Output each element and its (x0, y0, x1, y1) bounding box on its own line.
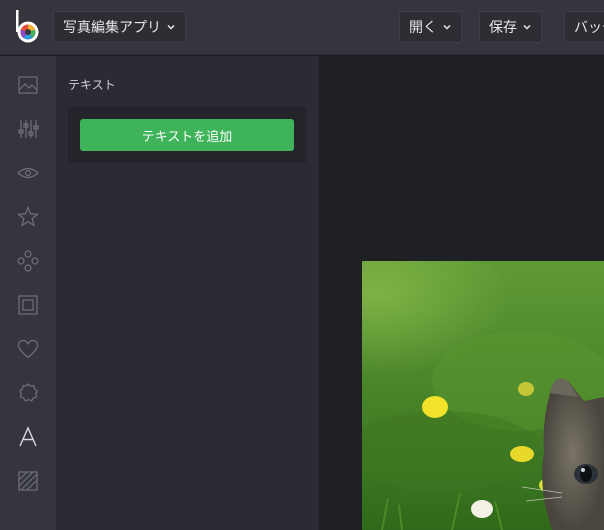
image-icon[interactable] (16, 73, 40, 97)
app-menu-button[interactable]: 写真編集アプリ (53, 11, 186, 43)
app-logo-icon[interactable] (14, 10, 42, 44)
frame-icon[interactable] (16, 293, 40, 317)
sliders-icon[interactable] (16, 117, 40, 141)
chevron-down-icon (443, 24, 451, 30)
batch-button[interactable]: バッチ (564, 11, 604, 43)
editor-canvas[interactable] (319, 56, 604, 530)
badge-icon[interactable] (16, 381, 40, 405)
open-button[interactable]: 開く (399, 11, 462, 43)
text-panel: テキスト テキストを追加 (56, 56, 319, 530)
app-menu-label: 写真編集アプリ (63, 20, 161, 36)
open-label: 開く (409, 20, 437, 36)
panel-action-box: テキストを追加 (68, 107, 306, 163)
chevron-down-icon (523, 24, 531, 30)
texture-icon[interactable] (16, 469, 40, 493)
save-label: 保存 (489, 20, 517, 36)
shapes-icon[interactable] (16, 249, 40, 273)
tool-sidebar (0, 56, 56, 530)
eye-icon[interactable] (16, 161, 40, 185)
star-icon[interactable] (16, 205, 40, 229)
heart-icon[interactable] (16, 337, 40, 361)
chevron-down-icon (167, 24, 175, 30)
top-toolbar: 写真編集アプリ 開く 保存 バッチ (0, 0, 604, 55)
panel-title: テキスト (68, 78, 116, 92)
photo-image[interactable] (362, 261, 604, 530)
batch-label: バッチ (574, 20, 604, 36)
text-icon[interactable] (16, 425, 40, 449)
add-text-button[interactable]: テキストを追加 (80, 119, 294, 151)
save-button[interactable]: 保存 (479, 11, 542, 43)
